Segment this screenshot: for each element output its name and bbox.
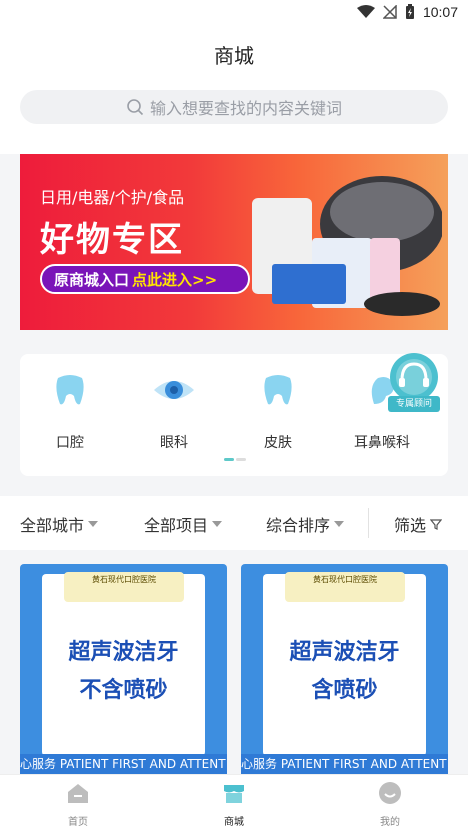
banner-pill-right: 点此进入>> [132,270,218,289]
funnel-icon [430,519,443,530]
filter-city-label: 全部城市 [20,516,85,535]
status-time: 10:07 [422,4,458,20]
tab-mine-label: 我的 [380,817,400,828]
no-signal-icon [382,5,397,19]
consultant-button[interactable]: 专属顾问 [386,352,442,414]
search-placeholder: 输入想要查找的内容关键词 [149,99,342,118]
filter-project-label: 全部项目 [144,516,209,535]
banner-pill-left: 原商城入口 [54,270,130,289]
category-item-skin[interactable]: 皮肤 [228,368,328,452]
indicator-active [224,458,234,461]
filter-project[interactable]: 全部项目 [144,512,223,536]
chevron-down-icon [212,521,223,527]
product-tagline: 心服务 PATIENT FIRST AND ATTENT [241,754,448,774]
search-icon [127,99,144,116]
category-label: 耳鼻喉科 [354,435,410,451]
banner-entry-button[interactable]: 原商城入口 点此进入>> [40,264,250,294]
indicator-inactive [236,458,246,461]
clinic-badge: 黄石现代口腔医院 [64,572,184,602]
clinic-badge: 黄石现代口腔医院 [285,572,405,602]
filter-bar: 全部城市 全部项目 综合排序 筛选 [0,496,468,550]
filter-city[interactable]: 全部城市 [20,512,99,536]
store-icon [224,785,244,803]
header: 商城 输入想要查找的内容关键词 [0,26,468,154]
category-label: 口腔 [56,435,84,451]
search-input[interactable]: 输入想要查找的内容关键词 [20,90,448,124]
category-panel: 口腔 眼科 皮肤 耳鼻喉科 [20,354,448,476]
tooth-icon [264,375,292,405]
chevron-down-icon [88,521,99,527]
product-subtitle: 含喷砂 [311,678,378,703]
smile-icon [379,782,401,804]
promo-banner[interactable]: 日用/电器/个护/食品 好物专区 原商城入口 点此进入>> [20,154,448,330]
page-title: 商城 [214,44,254,68]
headset-icon [390,353,438,401]
tab-mall-label: 商城 [224,817,244,828]
clinic-name: 黄石现代口腔医院 [313,575,377,584]
product-card[interactable]: 黄石现代口腔医院 超声波洁牙 含喷砂 心服务 PATIENT FIRST AND… [241,564,448,774]
tab-home[interactable]: 首页 [38,781,118,828]
product-title: 超声波洁牙 [289,640,400,665]
tooth-icon [56,375,84,405]
clinic-name: 黄石现代口腔医院 [92,575,156,584]
filter-screen-label: 筛选 [394,516,427,535]
banner-subtitle: 日用/电器/个护/食品 [40,188,185,207]
tab-bar: 首页 商城 我的 [0,774,468,832]
battery-icon [405,4,414,19]
filter-divider [368,508,369,538]
category-item-oral[interactable]: 口腔 [20,368,120,452]
tab-home-label: 首页 [68,817,88,828]
filter-sort[interactable]: 综合排序 [266,512,345,536]
product-tagline: 心服务 PATIENT FIRST AND ATTENT [20,754,227,774]
eye-icon [154,381,194,399]
category-label: 皮肤 [264,435,292,451]
filter-screen[interactable]: 筛选 [394,512,443,536]
wifi-icon [356,5,375,18]
consultant-label: 专属顾问 [388,396,440,412]
tab-mall[interactable]: 商城 [194,781,274,828]
appliances-image [252,176,442,316]
product-card[interactable]: 黄石现代口腔医院 超声波洁牙 不含喷砂 心服务 PATIENT FIRST AN… [20,564,227,774]
home-icon [68,784,88,803]
status-bar: 10:07 [0,0,468,26]
banner-title: 好物专区 [40,220,184,260]
chevron-down-icon [334,521,345,527]
tab-mine[interactable]: 我的 [350,781,430,828]
category-label: 眼科 [160,435,188,451]
product-subtitle: 不含喷砂 [79,678,168,703]
category-item-eye[interactable]: 眼科 [124,368,224,452]
filter-sort-label: 综合排序 [266,516,331,535]
product-title: 超声波洁牙 [68,640,179,665]
carousel-indicator [224,458,246,461]
